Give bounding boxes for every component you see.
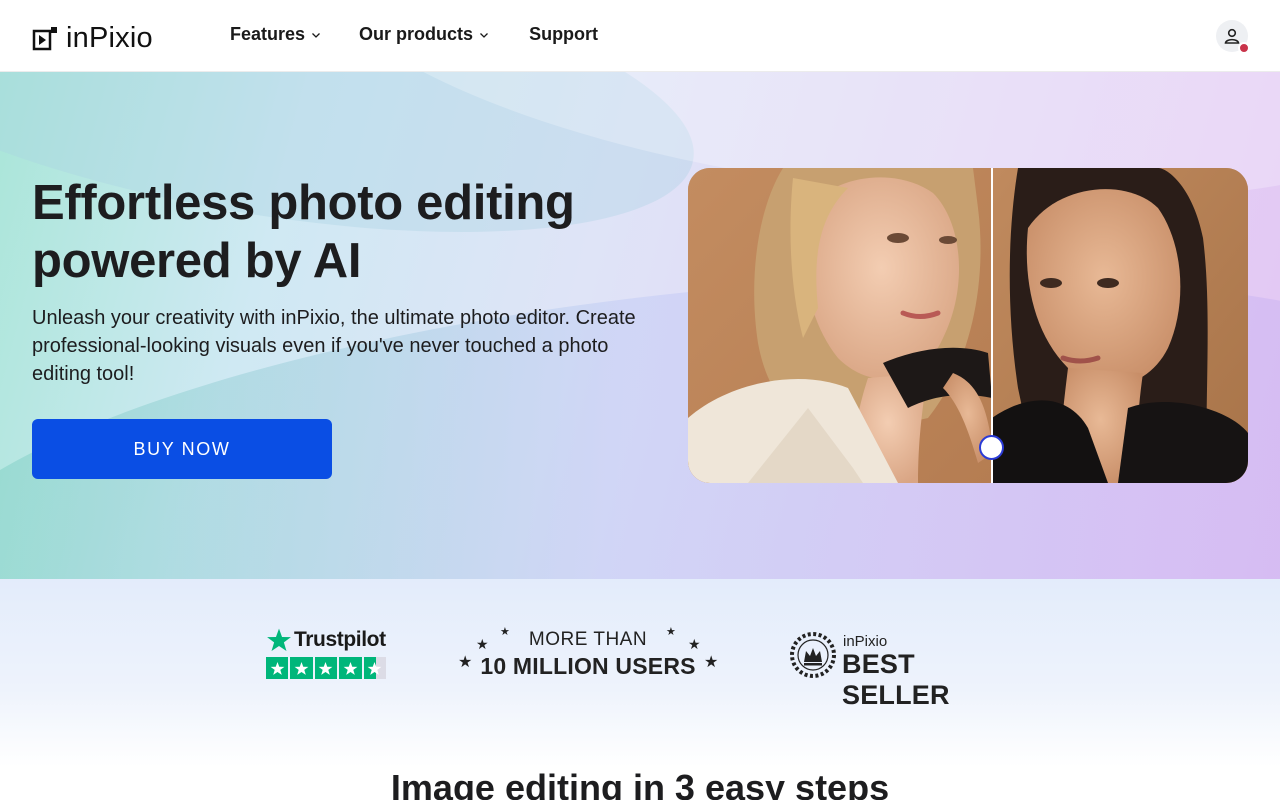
trustpilot-star-icon bbox=[267, 628, 291, 652]
star-icon: ★ bbox=[688, 636, 701, 652]
site-header: inPixio Features Our products Support bbox=[0, 0, 1280, 72]
nav-support[interactable]: Support bbox=[529, 24, 598, 45]
best-seller-brand: inPixio bbox=[843, 633, 888, 650]
star-icon: ★ bbox=[476, 636, 489, 652]
rating-star-icon bbox=[266, 657, 289, 680]
star-icon: ★ bbox=[500, 626, 510, 638]
chevron-down-icon bbox=[480, 32, 489, 38]
portrait-photo-illustration bbox=[688, 168, 1248, 483]
nav-features-label: Features bbox=[230, 24, 306, 44]
rating-half-star-icon bbox=[363, 657, 386, 680]
logo-text: inPixio bbox=[66, 22, 153, 54]
hero-subtitle: Unleash your creativity with inPixio, th… bbox=[32, 307, 636, 385]
logo-mark-icon bbox=[32, 26, 58, 52]
users-count-badge: ★ ★ ★ ★ ★ ★ MORE THAN 10 MILLION USERS bbox=[456, 626, 720, 680]
user-icon bbox=[1224, 28, 1240, 44]
star-icon: ★ bbox=[704, 654, 719, 671]
main-nav: Features Our products Support bbox=[230, 24, 598, 45]
best-seller-badge: inPixio BEST SELLER bbox=[789, 631, 1019, 710]
account-button[interactable] bbox=[1216, 20, 1250, 54]
users-line1: MORE THAN bbox=[528, 629, 648, 650]
inpixio-logo[interactable]: inPixio bbox=[32, 22, 153, 55]
laurel-crown-icon bbox=[790, 632, 836, 678]
hero-title: Effortless photo editing powered by AI bbox=[32, 176, 575, 288]
trustpilot-logo: Trustpilot bbox=[266, 627, 388, 653]
buy-now-button[interactable]: BUY NOW bbox=[32, 419, 332, 479]
hero-section: Effortless photo editing powered by AI U… bbox=[0, 72, 1280, 579]
nav-support-label: Support bbox=[529, 24, 599, 44]
trustpilot-brand: Trustpilot bbox=[294, 628, 386, 651]
chevron-down-icon bbox=[312, 32, 321, 38]
trustpilot-badge: Trustpilot bbox=[266, 627, 388, 680]
trustpilot-rating bbox=[266, 657, 388, 680]
rating-star-icon bbox=[290, 657, 313, 680]
star-icon: ★ bbox=[458, 654, 473, 671]
rating-star-icon bbox=[339, 657, 362, 680]
steps-section-title: Image editing in 3 easy steps bbox=[390, 767, 890, 800]
notification-dot bbox=[1238, 42, 1250, 54]
before-after-image-compare[interactable] bbox=[688, 168, 1248, 483]
star-icon: ★ bbox=[666, 626, 676, 638]
best-seller-title: BEST SELLER bbox=[842, 649, 950, 710]
nav-features[interactable]: Features bbox=[230, 24, 321, 45]
rating-star-icon bbox=[314, 657, 338, 680]
nav-our-products[interactable]: Our products bbox=[359, 24, 489, 45]
nav-our-products-label: Our products bbox=[359, 24, 474, 44]
compare-slider-handle[interactable] bbox=[979, 435, 1004, 460]
users-line2: 10 MILLION USERS bbox=[480, 653, 696, 679]
